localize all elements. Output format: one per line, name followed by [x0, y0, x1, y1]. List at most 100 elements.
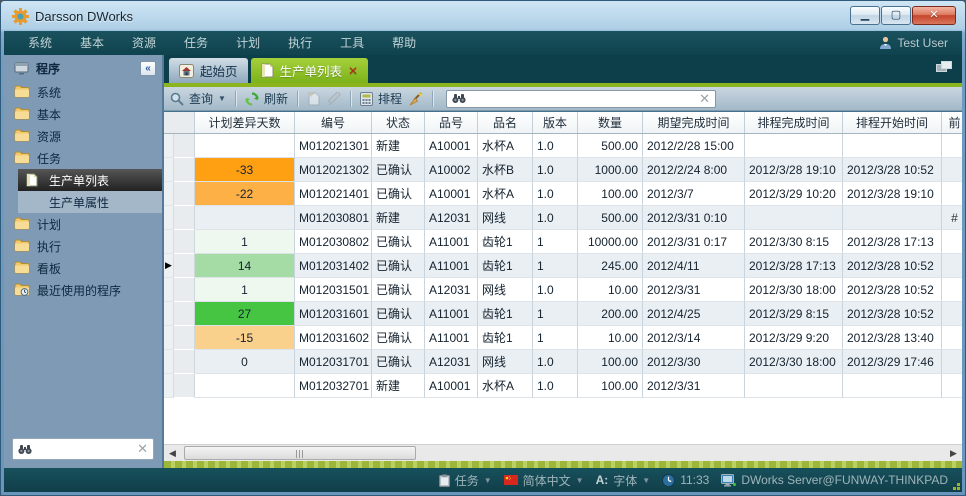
cell-no[interactable]: M012031501 [295, 278, 372, 302]
sidebar-item-4[interactable]: 生产单列表 [18, 169, 162, 191]
menu-item-1[interactable]: 基本 [66, 31, 118, 55]
cell-expect[interactable]: 2012/2/28 15:00 [643, 134, 745, 158]
cell-diff[interactable]: -15 [195, 326, 295, 350]
column-header-1[interactable]: 编号 [295, 112, 372, 133]
cell-end[interactable]: 2012/3/30 18:00 [745, 350, 843, 374]
clear-button[interactable] [408, 92, 423, 106]
row-selector-cell[interactable] [174, 374, 195, 398]
schedule-button[interactable]: 排程 [360, 90, 402, 107]
cell-name[interactable]: 齿轮1 [478, 230, 533, 254]
cell-end[interactable] [745, 134, 843, 158]
cell-pn[interactable]: A10001 [425, 134, 478, 158]
cell-diff[interactable]: 14 [195, 254, 295, 278]
cell-diff[interactable]: -22 [195, 182, 295, 206]
cell-qty[interactable]: 500.00 [578, 134, 643, 158]
cell-pn[interactable]: A12031 [425, 206, 478, 230]
cell-pn[interactable]: A12031 [425, 350, 478, 374]
row-selector-cell[interactable] [174, 182, 195, 206]
refresh-button[interactable]: 刷新 [245, 90, 288, 107]
cell-diff[interactable]: -33 [195, 158, 295, 182]
table-row[interactable]: -15M012031602已确认A11001齿轮1110.002012/3/14… [164, 326, 962, 350]
column-header-0[interactable]: 计划差异天数 [195, 112, 295, 133]
user-menu[interactable]: Test User [879, 36, 952, 50]
cell-expect[interactable]: 2012/3/14 [643, 326, 745, 350]
cell-name[interactable]: 齿轮1 [478, 254, 533, 278]
cell-expect[interactable]: 2012/3/31 0:17 [643, 230, 745, 254]
cell-no[interactable]: M012031602 [295, 326, 372, 350]
cell-status[interactable]: 已确认 [372, 326, 425, 350]
cell-start[interactable] [843, 374, 942, 398]
status-font-menu[interactable]: A: 字体 ▼ [596, 472, 651, 489]
cell-expect[interactable]: 2012/4/11 [643, 254, 745, 278]
menu-item-0[interactable]: 系统 [14, 31, 66, 55]
cell-status[interactable]: 新建 [372, 134, 425, 158]
sidebar-item-1[interactable]: 基本 [4, 103, 162, 125]
cell-qty[interactable]: 245.00 [578, 254, 643, 278]
cell-name[interactable]: 齿轮1 [478, 326, 533, 350]
window-list-icon[interactable] [936, 61, 952, 73]
sidebar-item-5[interactable]: 生产单属性 [18, 191, 162, 213]
column-header-9[interactable]: 排程开始时间 [843, 112, 942, 133]
sidebar-search-input[interactable] [36, 442, 133, 456]
cell-ver[interactable]: 1 [533, 254, 578, 278]
cell-ver[interactable]: 1 [533, 230, 578, 254]
cell-no[interactable]: M012021301 [295, 134, 372, 158]
cell-no[interactable]: M012031402 [295, 254, 372, 278]
column-header-7[interactable]: 期望完成时间 [643, 112, 745, 133]
cell-ver[interactable]: 1.0 [533, 158, 578, 182]
cell-qty[interactable]: 100.00 [578, 350, 643, 374]
cell-ver[interactable]: 1.0 [533, 374, 578, 398]
close-button[interactable]: ✕ [912, 6, 956, 25]
status-language-menu[interactable]: 简体中文 ▼ [504, 472, 584, 489]
menu-item-6[interactable]: 工具 [326, 31, 378, 55]
cell-expect[interactable]: 2012/4/25 [643, 302, 745, 326]
sidebar-item-9[interactable]: 最近使用的程序 [4, 279, 162, 301]
cell-no[interactable]: M012021302 [295, 158, 372, 182]
tab-home[interactable]: 起始页 [169, 58, 248, 83]
cell-extra[interactable] [942, 278, 962, 302]
cell-diff[interactable]: 0 [195, 350, 295, 374]
cell-start[interactable] [843, 134, 942, 158]
cell-status[interactable]: 已确认 [372, 302, 425, 326]
cell-status[interactable]: 已确认 [372, 278, 425, 302]
cell-extra[interactable] [942, 326, 962, 350]
table-row[interactable]: M012030801新建A12031网线1.0500.002012/3/31 0… [164, 206, 962, 230]
cell-extra[interactable] [942, 374, 962, 398]
cell-start[interactable] [843, 206, 942, 230]
cell-ver[interactable]: 1.0 [533, 182, 578, 206]
sidebar-item-8[interactable]: 看板 [4, 257, 162, 279]
cell-pn[interactable]: A11001 [425, 230, 478, 254]
cell-extra[interactable] [942, 254, 962, 278]
cell-extra[interactable] [942, 134, 962, 158]
cell-qty[interactable]: 10000.00 [578, 230, 643, 254]
sidebar-item-2[interactable]: 资源 [4, 125, 162, 147]
cell-pn[interactable]: A10001 [425, 374, 478, 398]
cell-name[interactable]: 水杯A [478, 374, 533, 398]
cell-status[interactable]: 已确认 [372, 158, 425, 182]
column-header-3[interactable]: 品号 [425, 112, 478, 133]
cell-end[interactable]: 2012/3/30 18:00 [745, 278, 843, 302]
menu-item-2[interactable]: 资源 [118, 31, 170, 55]
row-selector-cell[interactable] [174, 326, 195, 350]
maximize-button[interactable]: ▢ [881, 6, 911, 25]
toolbar-search-clear-icon[interactable]: ✕ [699, 91, 710, 107]
cell-ver[interactable]: 1 [533, 302, 578, 326]
cell-pn[interactable]: A11001 [425, 254, 478, 278]
cell-start[interactable]: 2012/3/28 17:13 [843, 230, 942, 254]
cell-name[interactable]: 齿轮1 [478, 302, 533, 326]
table-row[interactable]: 1M012030802已确认A11001齿轮1110000.002012/3/3… [164, 230, 962, 254]
cell-status[interactable]: 已确认 [372, 254, 425, 278]
cell-status[interactable]: 新建 [372, 206, 425, 230]
menu-item-7[interactable]: 帮助 [378, 31, 430, 55]
cell-start[interactable]: 2012/3/29 17:46 [843, 350, 942, 374]
cell-ver[interactable]: 1.0 [533, 134, 578, 158]
menu-item-3[interactable]: 任务 [170, 31, 222, 55]
cell-status[interactable]: 已确认 [372, 230, 425, 254]
sidebar-search-clear-icon[interactable]: ✕ [137, 441, 148, 457]
cell-diff[interactable]: 1 [195, 230, 295, 254]
row-selector-cell[interactable] [174, 254, 195, 278]
table-row[interactable]: -33M012021302已确认A10002水杯B1.01000.002012/… [164, 158, 962, 182]
cell-status[interactable]: 已确认 [372, 182, 425, 206]
cell-end[interactable]: 2012/3/28 17:13 [745, 254, 843, 278]
toolbar-search-input[interactable] [471, 92, 694, 106]
